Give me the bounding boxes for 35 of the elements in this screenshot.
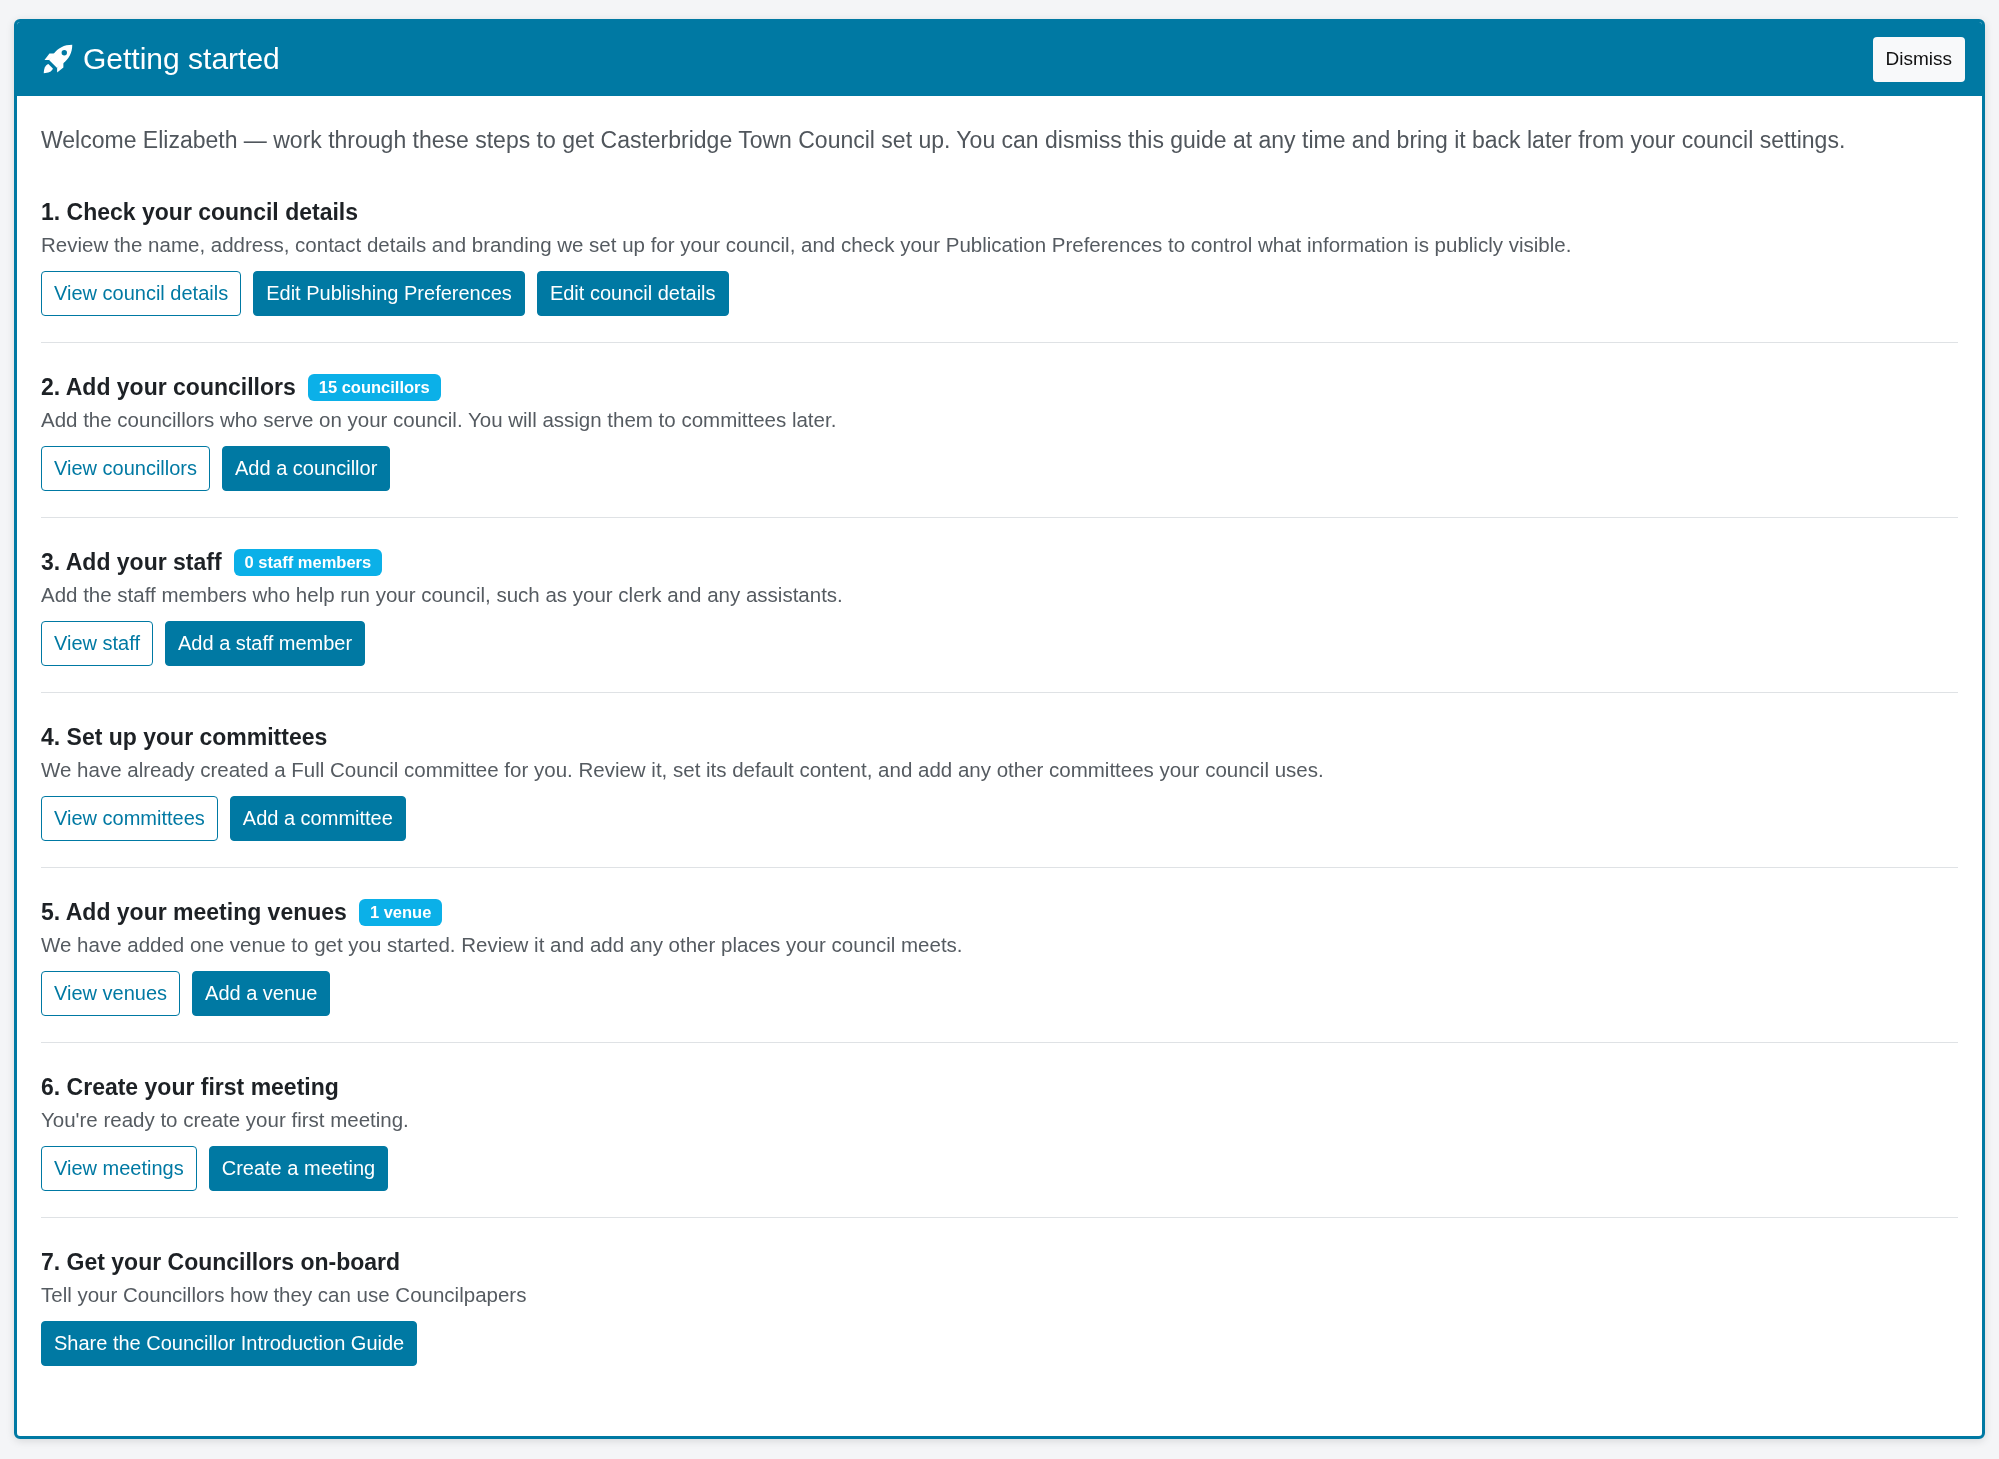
outline-button[interactable]: View councillors [41, 446, 211, 491]
step-description: You're ready to create your first meeting. [41, 1107, 410, 1133]
step-heading: 4. Set up your committees [41, 724, 328, 751]
primary-button[interactable]: Add a committee [229, 796, 406, 841]
step-description: Add the councillors who serve on your council. You will assign them to committees later. [41, 407, 838, 433]
primary-button[interactable]: Add a councillor [222, 446, 391, 491]
step-heading: 2. Add your councillors [41, 374, 296, 401]
dismiss-button[interactable]: Dismiss [1872, 36, 1965, 82]
primary-button[interactable]: Edit Publishing Preferences [253, 271, 525, 316]
step-heading: 6. Create your first meeting [41, 1074, 339, 1101]
step-heading: 3. Add your staff [41, 549, 222, 576]
step-description: Review the name, address, contact details and branding we set up for your council, and check your Publication Preferences to control what information is publicly visible. [41, 232, 1573, 258]
rocket-icon [43, 44, 73, 74]
outline-button[interactable]: View council details [41, 271, 242, 316]
step-description: We have already created a Full Council committee for you. Review it, set its default content, and add any other committees your council uses. [41, 757, 1325, 783]
primary-button[interactable]: Share the Councillor Introduction Guide [41, 1321, 418, 1366]
count-badge: 0 staff members [233, 549, 383, 576]
outline-button[interactable]: View venues [41, 971, 181, 1016]
step-description: We have added one venue to get you started. Review it and add any other places your council meets. [41, 932, 964, 958]
primary-button[interactable]: Edit council details [536, 271, 729, 316]
count-badge: 1 venue [358, 899, 443, 926]
panel-title: Getting started [83, 42, 280, 76]
step-description: Add the staff members who help run your council, such as your clerk and any assistants. [41, 582, 844, 608]
intro-text: Welcome Elizabeth — work through these steps to get Casterbridge Town Council set up. You can dismiss this guide at any time and bring it back later from your council settings. [41, 126, 1847, 155]
outline-button[interactable]: View meetings [41, 1146, 197, 1191]
outline-button[interactable]: View staff [41, 621, 153, 666]
primary-button[interactable]: Create a meeting [208, 1146, 389, 1191]
primary-button[interactable]: Add a venue [192, 971, 331, 1016]
step-description: Tell your Councillors how they can use Councilpapers [41, 1282, 528, 1308]
outline-button[interactable]: View committees [41, 796, 218, 841]
step-heading: 5. Add your meeting venues [41, 899, 347, 926]
primary-button[interactable]: Add a staff member [165, 621, 366, 666]
step-heading: 7. Get your Councillors on-board [41, 1249, 401, 1276]
count-badge: 15 councillors [307, 374, 441, 401]
step-heading: 1. Check your council details [41, 199, 358, 226]
